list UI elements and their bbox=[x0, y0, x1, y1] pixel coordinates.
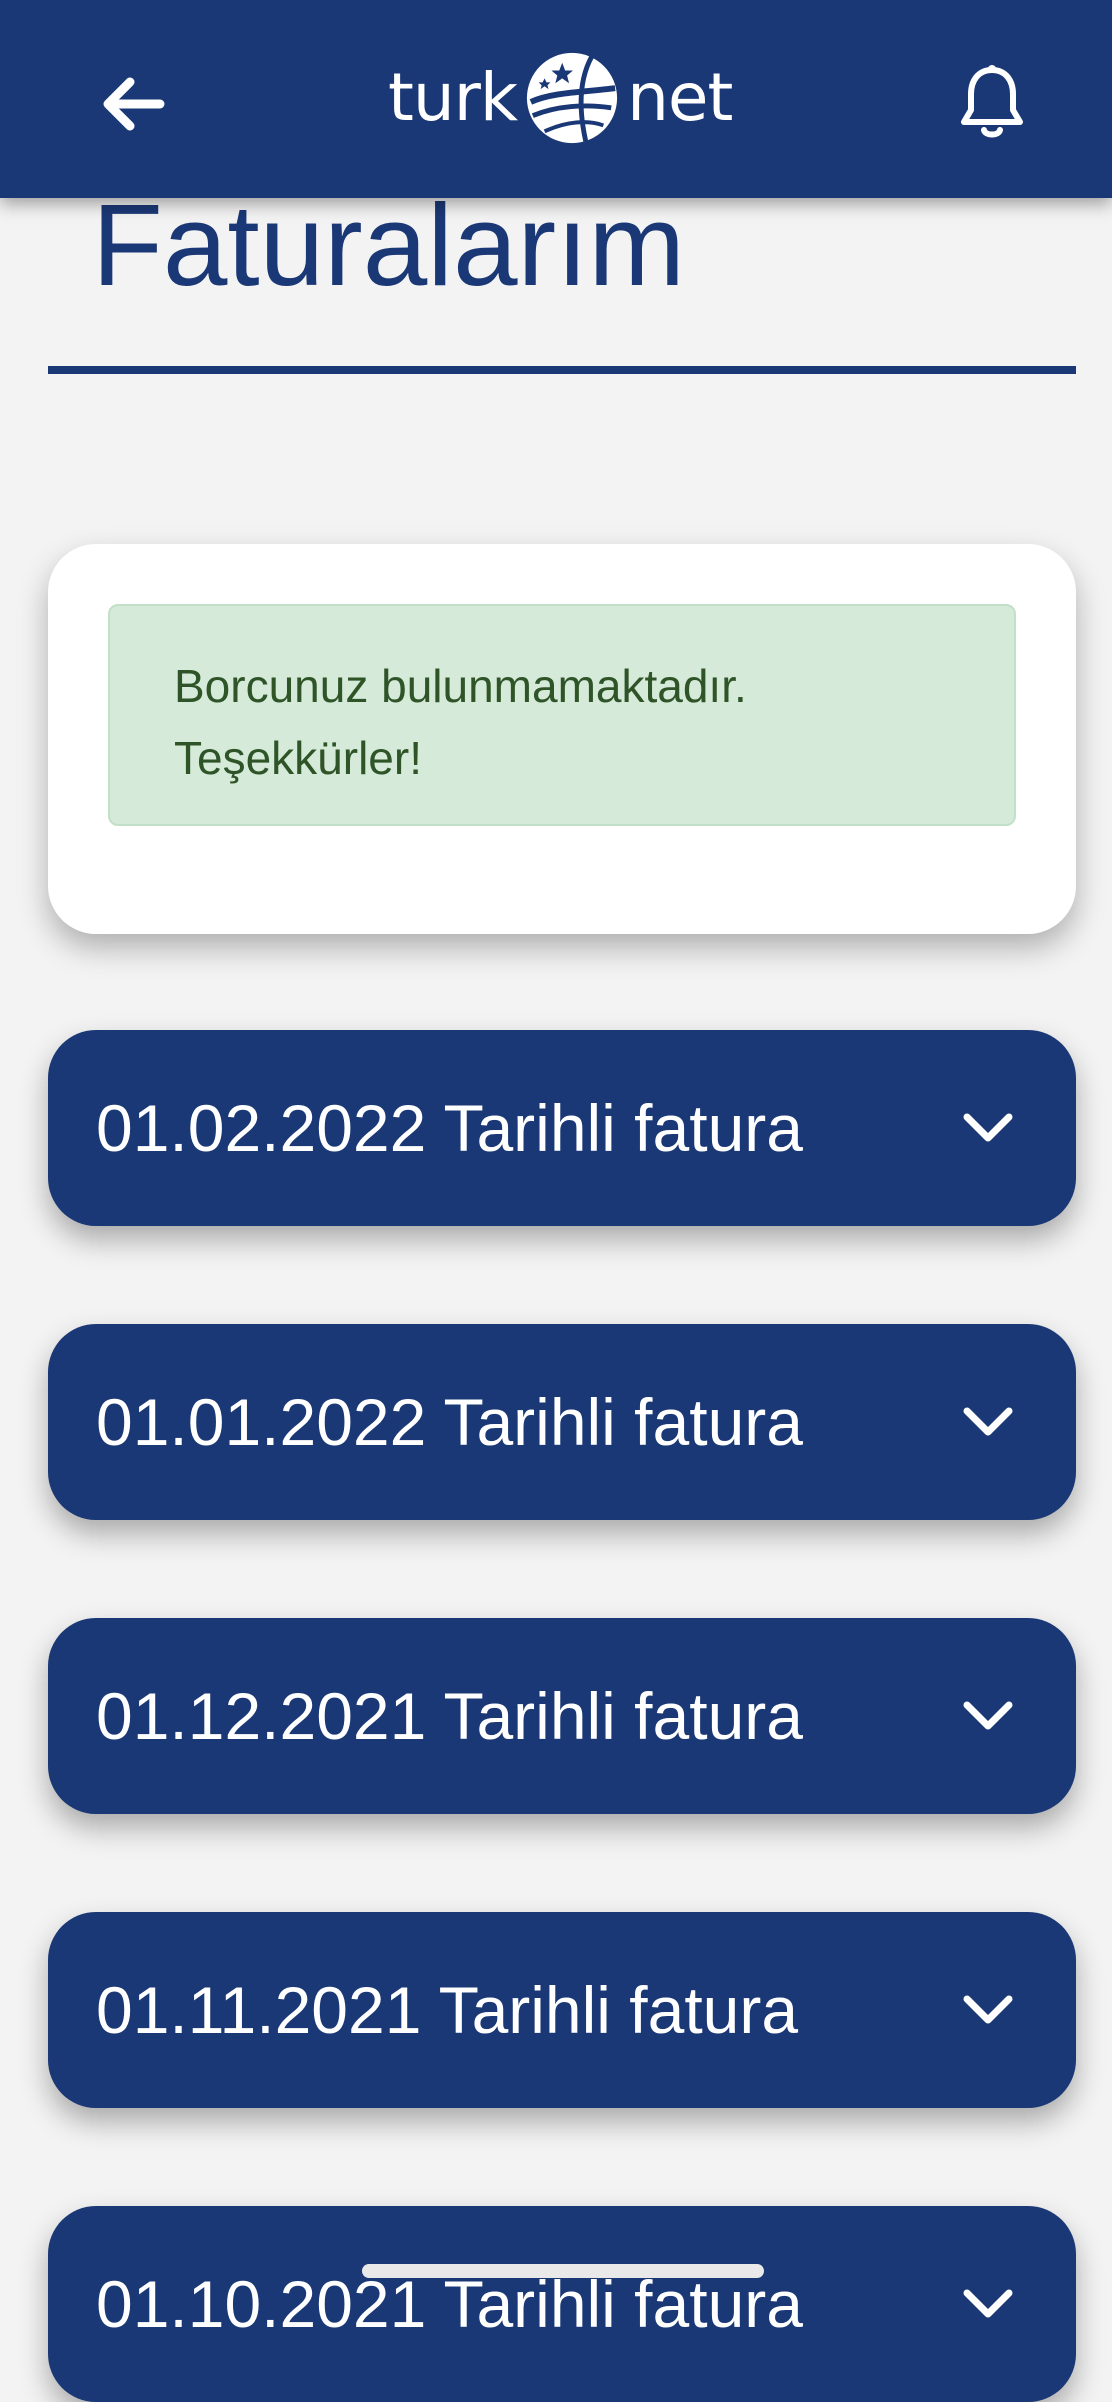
back-button[interactable] bbox=[92, 64, 172, 144]
invoice-label: 01.02.2022 Tarihli fatura bbox=[96, 1091, 803, 1165]
invoice-label: 01.11.2021 Tarihli fatura bbox=[96, 1973, 799, 2047]
title-divider bbox=[48, 366, 1076, 374]
globe-logo-icon bbox=[526, 52, 618, 144]
turknet-logo: turk net bbox=[388, 40, 744, 156]
chevron-down-icon bbox=[960, 2276, 1016, 2332]
no-debt-alert: Borcunuz bulunmamaktadır. Teşekkürler! bbox=[108, 604, 1016, 826]
alert-thanks: Teşekkürler! bbox=[174, 732, 422, 784]
invoice-item[interactable]: 01.10.2021 Tarihli fatura bbox=[48, 2206, 1076, 2402]
logo-text-right: net bbox=[627, 59, 733, 136]
chevron-down-icon bbox=[960, 1394, 1016, 1450]
bell-icon bbox=[961, 65, 1023, 138]
arrow-left-icon bbox=[103, 77, 165, 131]
invoice-label: 01.01.2022 Tarihli fatura bbox=[96, 1385, 803, 1459]
chevron-down-icon bbox=[960, 1982, 1016, 2038]
logo-text-left: turk bbox=[388, 59, 518, 136]
invoice-item[interactable]: 01.11.2021 Tarihli fatura bbox=[48, 1912, 1076, 2108]
invoice-item[interactable]: 01.12.2021 Tarihli fatura bbox=[48, 1618, 1076, 1814]
alert-message: Borcunuz bulunmamaktadır. bbox=[174, 660, 747, 712]
invoice-label: 01.12.2021 Tarihli fatura bbox=[96, 1679, 803, 1753]
balance-card: Borcunuz bulunmamaktadır. Teşekkürler! bbox=[48, 544, 1076, 934]
page-title: Faturalarım bbox=[92, 180, 686, 310]
invoice-item[interactable]: 01.02.2022 Tarihli fatura bbox=[48, 1030, 1076, 1226]
chevron-down-icon bbox=[960, 1688, 1016, 1744]
app-header: turk net bbox=[0, 0, 1112, 198]
notifications-button[interactable] bbox=[952, 60, 1032, 146]
home-indicator[interactable] bbox=[362, 2264, 764, 2278]
invoice-item[interactable]: 01.01.2022 Tarihli fatura bbox=[48, 1324, 1076, 1520]
chevron-down-icon bbox=[960, 1100, 1016, 1156]
